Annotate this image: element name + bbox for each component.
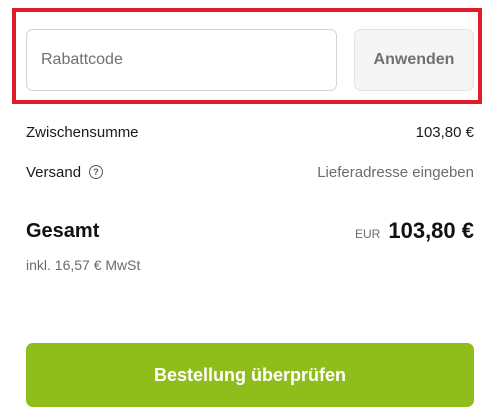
discount-code-input[interactable]	[26, 29, 337, 91]
subtotal-label: Zwischensumme	[26, 123, 139, 141]
apply-discount-button[interactable]: Anwenden	[354, 29, 474, 91]
total-label: Gesamt	[26, 219, 100, 242]
tax-note: inkl. 16,57 € MwSt	[26, 257, 141, 273]
total-row: Gesamt EUR 103,80 €	[26, 214, 474, 248]
subtotal-row: Zwischensumme 103,80 €	[26, 122, 474, 142]
subtotal-value: 103,80 €	[415, 123, 474, 141]
shipping-label-group: Versand ?	[26, 163, 104, 181]
total-value: 103,80 €	[388, 218, 474, 243]
review-order-button[interactable]: Bestellung überprüfen	[26, 343, 474, 407]
shipping-row: Versand ? Lieferadresse eingeben	[26, 161, 474, 183]
total-amount-group: EUR 103,80 €	[355, 218, 474, 244]
shipping-label: Versand	[26, 163, 82, 181]
currency-code: EUR	[355, 227, 381, 241]
question-circle-icon[interactable]: ?	[89, 165, 104, 179]
shipping-value: Lieferadresse eingeben	[317, 163, 474, 181]
